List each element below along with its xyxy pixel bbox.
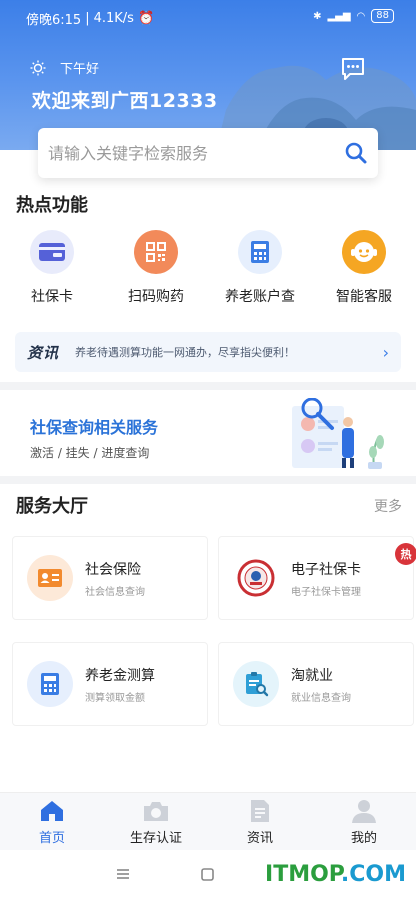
news-text: 养老待遇测算功能一网通办，尽享指尖便利！ xyxy=(75,346,296,359)
watermark-left: ITMOP xyxy=(265,862,341,887)
hot-item-label: 社保卡 xyxy=(31,289,73,305)
hot-functions-title: 热点功能 xyxy=(16,195,88,216)
calculator-icon xyxy=(27,661,73,707)
status-bar: 傍晚6:15 | 4.1K/s ⏰ ✱ ▂▄▆ ◠ 88 xyxy=(0,0,416,36)
service-card-e-social-card[interactable]: 电子社保卡 电子社保卡管理 热 xyxy=(218,536,416,620)
card-subtitle: 电子社保卡管理 xyxy=(291,586,361,598)
hot-item-scan-medicine[interactable]: 扫码购药 xyxy=(104,230,208,312)
menu-icon[interactable] xyxy=(116,868,130,880)
news-tag: 资讯 xyxy=(27,343,60,362)
bluetooth-icon: ✱ xyxy=(313,10,322,22)
battery-icon: 88 xyxy=(371,9,394,23)
hot-item-label: 养老账户查 xyxy=(225,289,295,305)
social-security-emblem-icon xyxy=(233,555,279,601)
status-time: 傍晚6:15 xyxy=(26,13,82,28)
chevron-right-icon: › xyxy=(382,342,389,362)
service-card-social-insurance[interactable]: 社会保险 社会信息查询 xyxy=(12,536,208,620)
calculator-icon xyxy=(238,230,282,274)
greeting-row: 下午好 xyxy=(30,58,99,77)
hot-item-label: 扫码购药 xyxy=(128,289,184,305)
welcome-title: 欢迎来到广西12333 xyxy=(32,90,218,112)
tab-label: 首页 xyxy=(38,831,65,846)
tab-label: 生存认证 xyxy=(129,831,182,846)
hot-item-label: 智能客服 xyxy=(336,289,392,305)
service-hall-title: 服务大厅 xyxy=(16,496,88,517)
message-icon[interactable] xyxy=(340,56,366,82)
robot-icon xyxy=(342,230,386,274)
card-title: 电子社保卡 xyxy=(291,561,361,578)
id-card-icon xyxy=(27,555,73,601)
banner-subtitle: 激活 / 挂失 / 进度查询 xyxy=(30,446,150,460)
card-subtitle: 测算领取金额 xyxy=(85,692,145,704)
watermark-logo: ITMOP.COM xyxy=(265,862,406,887)
status-speed: 4.1K/s xyxy=(93,11,134,26)
tab-survival-auth[interactable]: 生存认证 xyxy=(104,793,208,850)
news-ticker[interactable]: 资讯 养老待遇测算功能一网通办，尽享指尖便利！ › xyxy=(15,332,401,372)
alarm-icon: ⏰ xyxy=(137,11,155,26)
tab-home[interactable]: 首页 xyxy=(0,793,104,850)
section-divider xyxy=(0,382,416,390)
greeting-text: 下午好 xyxy=(60,62,100,77)
bottom-tab-bar: 首页 生存认证 资讯 我的 xyxy=(0,792,416,850)
service-card-employment[interactable]: 淘就业 就业信息查询 xyxy=(218,642,414,726)
service-card-pension-calculator[interactable]: 养老金测算 测算领取金额 xyxy=(12,642,208,726)
home-square-icon[interactable] xyxy=(201,868,214,881)
signal-icon: ▂▄▆ xyxy=(327,10,351,22)
tab-news[interactable]: 资讯 xyxy=(208,793,312,850)
card-title: 淘就业 xyxy=(291,667,333,684)
sun-icon xyxy=(30,60,46,75)
hot-item-pension-account[interactable]: 养老账户查 xyxy=(208,230,312,312)
hot-item-social-card[interactable]: 社保卡 xyxy=(0,230,104,312)
document-icon xyxy=(251,800,269,822)
more-link[interactable]: 更多 xyxy=(374,496,402,516)
home-icon xyxy=(41,801,63,821)
hot-badge: 热 xyxy=(395,543,416,565)
clipboard-search-icon xyxy=(233,661,279,707)
search-person-illustration xyxy=(292,398,384,469)
card-icon xyxy=(30,230,74,274)
hot-functions: 社保卡 扫码购药 养老账户查 智能客服 xyxy=(0,230,416,312)
card-title: 社会保险 xyxy=(85,561,141,578)
search-icon[interactable] xyxy=(344,141,368,165)
card-title: 养老金测算 xyxy=(85,667,155,684)
tab-label: 资讯 xyxy=(246,831,273,846)
search-bar[interactable] xyxy=(38,128,378,178)
hot-item-smart-service[interactable]: 智能客服 xyxy=(312,230,416,312)
card-subtitle: 社会信息查询 xyxy=(85,586,145,598)
banner-title: 社保查询相关服务 xyxy=(30,418,159,437)
section-divider xyxy=(0,476,416,484)
camera-icon xyxy=(144,802,168,821)
search-input[interactable] xyxy=(48,143,344,163)
watermark-right: .COM xyxy=(340,862,406,887)
card-subtitle: 就业信息查询 xyxy=(291,692,351,704)
social-security-banner[interactable]: 社保查询相关服务 激活 / 挂失 / 进度查询 xyxy=(0,392,416,476)
tab-mine[interactable]: 我的 xyxy=(312,793,416,850)
user-icon xyxy=(352,800,376,823)
wifi-icon: ◠ xyxy=(356,10,366,22)
qrcode-icon xyxy=(134,230,178,274)
tab-label: 我的 xyxy=(350,831,377,846)
